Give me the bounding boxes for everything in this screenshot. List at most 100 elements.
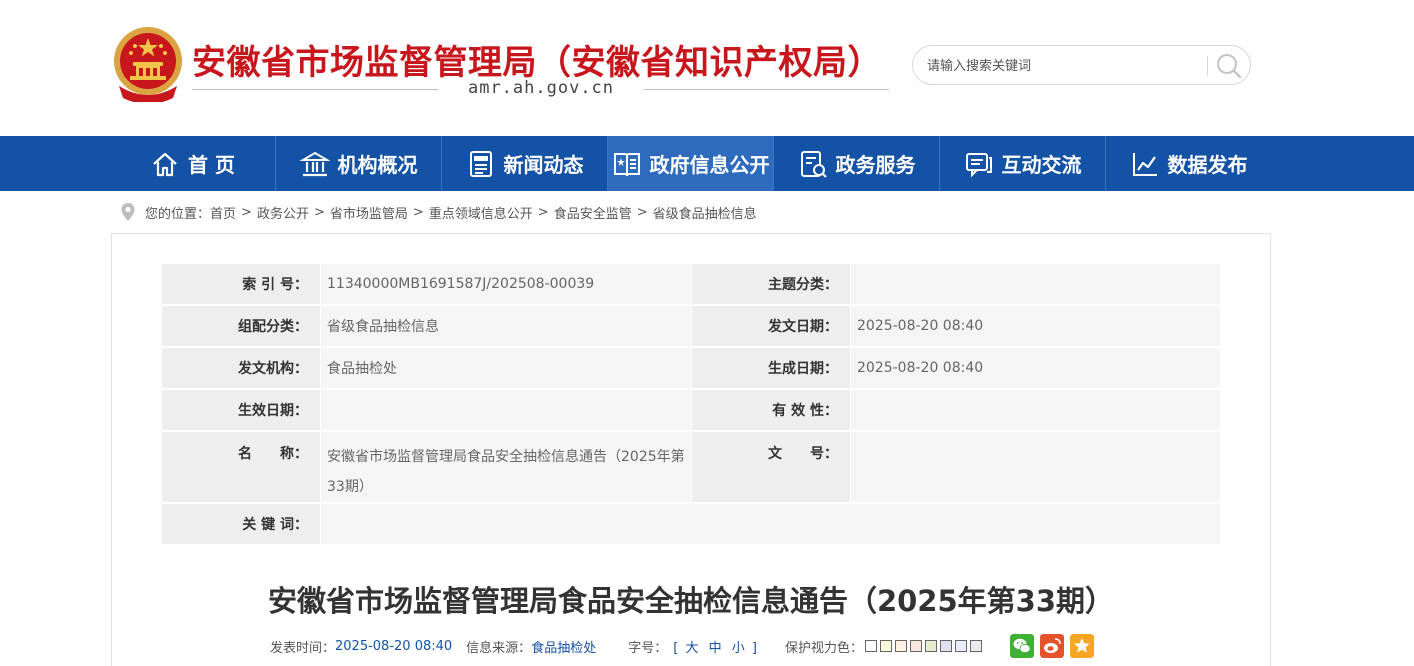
breadcrumb-item-key-areas[interactable]: 重点领域信息公开 xyxy=(429,203,533,222)
keywords-label: 关 键 词： xyxy=(162,504,320,544)
metadata-row: 组配分类： 省级食品抽检信息 发文日期： 2025-08-20 08:40 xyxy=(162,306,1220,346)
eye-color-options xyxy=(865,640,982,652)
nav-item-data[interactable]: 数据发布 xyxy=(1106,136,1271,191)
nav-label: 政务服务 xyxy=(835,153,916,177)
nav-label: 互动交流 xyxy=(1001,153,1082,177)
search-input[interactable] xyxy=(927,55,1197,77)
org-value: 食品抽检处 xyxy=(321,348,691,388)
divider xyxy=(644,89,889,90)
nav-label: 新闻动态 xyxy=(503,153,584,177)
nav-item-service[interactable]: 政务服务 xyxy=(774,136,939,191)
site-title[interactable]: 安徽省市场监督管理局（安徽省知识产权局） xyxy=(192,35,882,84)
eye-color-swatch[interactable] xyxy=(925,640,937,652)
nav-label: 数据发布 xyxy=(1167,153,1248,177)
publish-time-label: 发表时间： xyxy=(270,640,336,656)
breadcrumb-item-bureau[interactable]: 省市场监管局 xyxy=(330,203,408,222)
font-small-button[interactable]: 小 xyxy=(732,641,745,656)
article-title: 安徽省市场监督管理局食品安全抽检信息通告（2025年第33期） xyxy=(267,584,1115,618)
topic-value xyxy=(851,264,1220,304)
nav-item-institution[interactable]: 机构概况 xyxy=(276,136,441,191)
eye-color-swatch[interactable] xyxy=(970,640,982,652)
validity-label: 有 效 性： xyxy=(692,390,850,430)
effective-date-value xyxy=(321,390,691,430)
docno-value xyxy=(851,432,1220,502)
site-domain: amr.ah.gov.cn xyxy=(467,78,615,98)
metadata-row: 索 引 号： 11340000MB1691587J/202508-00039 主… xyxy=(162,264,1220,304)
nav-item-gov-info[interactable]: 政府信息公开 xyxy=(608,136,773,191)
index-value: 11340000MB1691587J/202508-00039 xyxy=(321,264,691,304)
breadcrumb-item-food-safety[interactable]: 食品安全监管 xyxy=(554,203,632,222)
nav-label: 政府信息公开 xyxy=(649,153,770,177)
source-link[interactable]: 食品抽检处 xyxy=(531,637,596,656)
gov-info-icon xyxy=(613,152,640,176)
gen-date-label: 生成日期： xyxy=(692,348,850,388)
nav-item-home[interactable]: 首 页 xyxy=(110,136,275,191)
topic-label: 主题分类： xyxy=(692,264,850,304)
font-size-label: 字号： xyxy=(628,640,668,656)
article-info-bar: 发表时间： 2025-08-20 08:40 信息来源： 食品抽检处 字号： [… xyxy=(270,636,982,656)
issue-date-label: 发文日期： xyxy=(692,306,850,346)
divider xyxy=(192,89,438,90)
index-label: 索 引 号： xyxy=(162,264,320,304)
nav-label: 机构概况 xyxy=(337,153,418,177)
breadcrumb-item-home[interactable]: 首页 xyxy=(210,203,236,222)
home-icon xyxy=(153,152,177,176)
metadata-row: 名 称： 安徽省市场监督管理局食品安全抽检信息通告（2025年第33期） 文 号… xyxy=(162,432,1220,502)
metadata-row: 发文机构： 食品抽检处 生成日期： 2025-08-20 08:40 xyxy=(162,348,1220,388)
nav-item-news[interactable]: 新闻动态 xyxy=(442,136,607,191)
font-size-control: [ 大 中 小 ] xyxy=(673,637,757,656)
effective-date-label: 生效日期： xyxy=(162,390,320,430)
news-icon xyxy=(469,150,492,177)
breadcrumb: 您的位置： 首页 > 政务公开 > 省市场监管局 > 重点领域信息公开 > 食品… xyxy=(120,202,757,222)
search-icon[interactable] xyxy=(1215,52,1243,80)
national-emblem-icon[interactable] xyxy=(111,24,185,102)
font-large-button[interactable]: 大 xyxy=(685,641,698,656)
gen-date-value: 2025-08-20 08:40 xyxy=(851,348,1220,388)
eye-color-swatch[interactable] xyxy=(910,640,922,652)
eye-color-swatch[interactable] xyxy=(940,640,952,652)
breadcrumb-prefix: 您的位置： xyxy=(145,206,211,222)
nav-item-interaction[interactable]: 互动交流 xyxy=(940,136,1105,191)
metadata-row: 关 键 词： xyxy=(162,504,1220,544)
eye-color-swatch[interactable] xyxy=(865,640,877,652)
search-box xyxy=(912,45,1251,85)
eye-color-swatch[interactable] xyxy=(880,640,892,652)
publish-time: 2025-08-20 08:40 xyxy=(335,638,453,654)
source-label: 信息来源： xyxy=(466,640,532,656)
breadcrumb-separator: > xyxy=(537,204,549,220)
group-value: 省级食品抽检信息 xyxy=(321,306,691,346)
name-value: 安徽省市场监督管理局食品安全抽检信息通告（2025年第33期） xyxy=(321,432,691,502)
favorite-star-icon[interactable] xyxy=(1070,634,1094,658)
location-pin-icon xyxy=(121,203,135,221)
metadata-row: 生效日期： 有 效 性： xyxy=(162,390,1220,430)
eye-color-swatch[interactable] xyxy=(895,640,907,652)
chat-icon xyxy=(965,152,992,177)
docno-label: 文 号： xyxy=(692,432,850,502)
divider xyxy=(1207,56,1208,76)
service-icon xyxy=(800,150,827,178)
site-header: 安徽省市场监督管理局（安徽省知识产权局） amr.ah.gov.cn xyxy=(0,0,1414,136)
keywords-value xyxy=(321,504,1220,544)
breadcrumb-separator: > xyxy=(636,204,648,220)
weibo-icon[interactable] xyxy=(1040,634,1064,658)
org-label: 发文机构： xyxy=(162,348,320,388)
breadcrumb-item-gov-affairs[interactable]: 政务公开 xyxy=(257,203,309,222)
nav-label: 首 页 xyxy=(188,153,235,177)
breadcrumb-item-current[interactable]: 省级食品抽检信息 xyxy=(653,203,757,222)
wechat-icon[interactable] xyxy=(1010,634,1034,658)
font-bracket: [ xyxy=(673,640,679,656)
breadcrumb-separator: > xyxy=(313,204,325,220)
chart-icon xyxy=(1132,152,1157,176)
breadcrumb-separator: > xyxy=(412,204,424,220)
eye-color-swatch[interactable] xyxy=(955,640,967,652)
eye-color-label: 保护视力色： xyxy=(784,640,863,656)
name-label: 名 称： xyxy=(162,432,320,502)
breadcrumb-separator: > xyxy=(241,204,252,220)
group-label: 组配分类： xyxy=(162,306,320,346)
issue-date-value: 2025-08-20 08:40 xyxy=(851,306,1220,346)
institution-icon xyxy=(299,151,330,176)
validity-value xyxy=(851,390,1220,430)
main-nav: 首 页 机构概况 新闻动态 政府信息公开 政务服务 互动交流 数据发布 xyxy=(0,136,1414,191)
font-medium-button[interactable]: 中 xyxy=(709,641,722,656)
font-bracket: ] xyxy=(751,640,757,656)
